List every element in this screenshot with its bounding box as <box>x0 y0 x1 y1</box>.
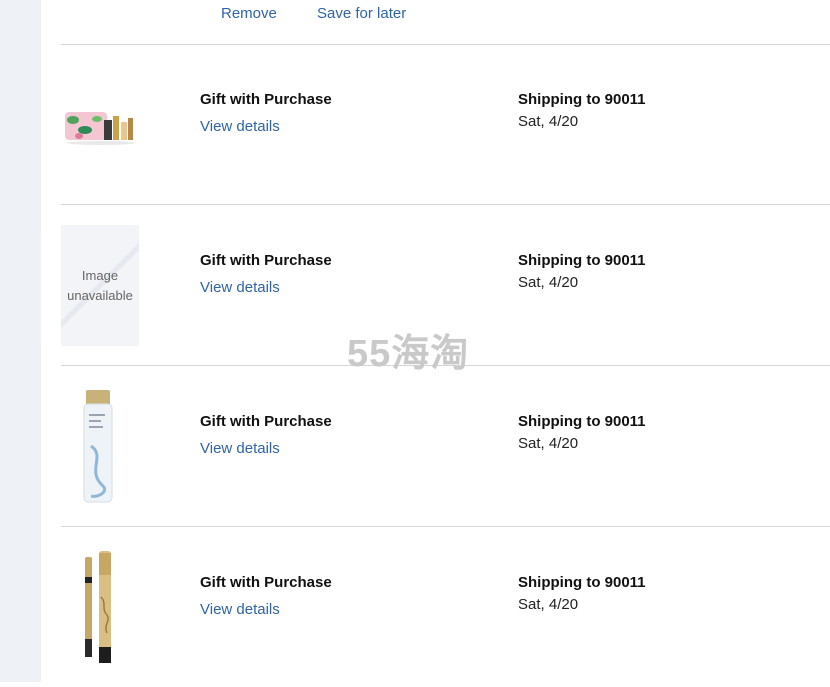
shipping-label: Shipping to 90011 <box>518 91 646 108</box>
watermark-text: 55海淘 <box>347 333 470 375</box>
shipping-label: Shipping to 90011 <box>518 252 646 269</box>
item-title: Gift with Purchase <box>200 91 332 108</box>
view-details-link[interactable]: View details <box>200 118 280 135</box>
product-image[interactable] <box>61 64 139 186</box>
item-actions: Remove Save for later <box>61 0 830 45</box>
save-for-later-link[interactable]: Save for later <box>317 5 406 22</box>
shipping-date: Sat, 4/20 <box>518 435 579 452</box>
image-unavailable-text: Image unavailable <box>67 267 133 303</box>
shipping-date: Sat, 4/20 <box>518 596 579 613</box>
shipping-date: Sat, 4/20 <box>518 274 579 291</box>
shipping-label: Shipping to 90011 <box>518 413 646 430</box>
cart-item: Gift with Purchase View details Shipping… <box>61 366 830 527</box>
item-title: Gift with Purchase <box>200 413 332 430</box>
view-details-link[interactable]: View details <box>200 440 280 457</box>
product-image[interactable] <box>61 547 139 669</box>
image-unavailable-placeholder: Image unavailable <box>61 225 139 346</box>
shipping-date: Sat, 4/20 <box>518 113 579 130</box>
cart-item: Gift with Purchase View details Shipping… <box>61 44 830 205</box>
product-image[interactable] <box>61 386 139 508</box>
item-title: Gift with Purchase <box>200 574 332 591</box>
view-details-link[interactable]: View details <box>200 601 280 618</box>
remove-link[interactable]: Remove <box>221 5 277 22</box>
left-rail <box>0 0 41 682</box>
item-title: Gift with Purchase <box>200 252 332 269</box>
shipping-label: Shipping to 90011 <box>518 574 646 591</box>
cart-item: Gift with Purchase View details Shipping… <box>61 527 830 687</box>
view-details-link[interactable]: View details <box>200 279 280 296</box>
